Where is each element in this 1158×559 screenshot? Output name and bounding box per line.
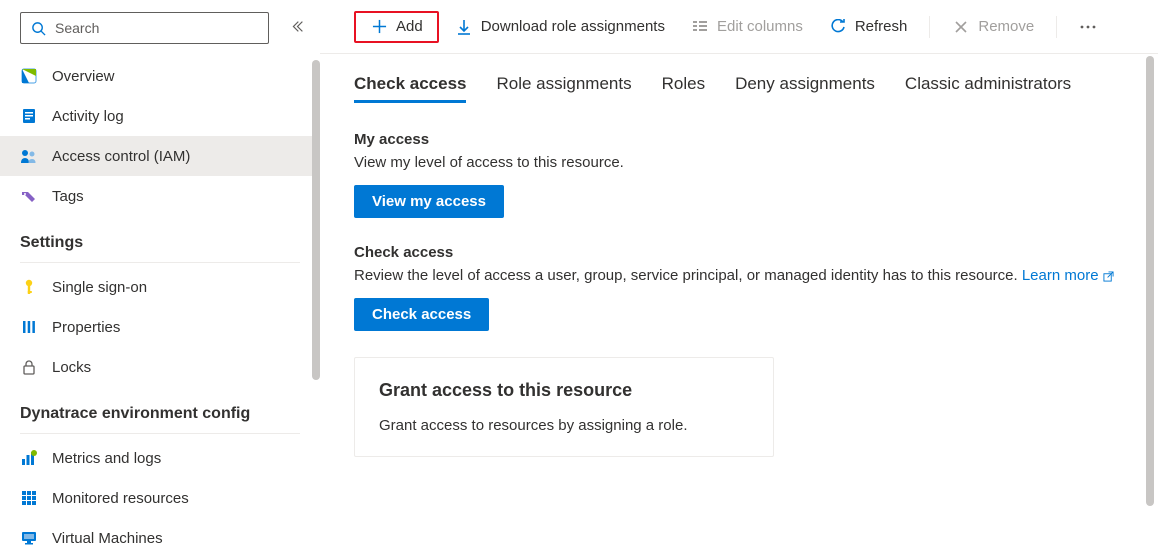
tab-roles[interactable]: Roles xyxy=(662,74,705,103)
refresh-icon xyxy=(829,18,847,36)
sidebar-item-activity-log[interactable]: Activity log xyxy=(0,96,320,136)
search-box[interactable] xyxy=(20,12,269,44)
sidebar-item-label: Access control (IAM) xyxy=(52,148,190,165)
search-input[interactable] xyxy=(55,20,260,36)
sidebar-item-metrics-logs[interactable]: Metrics and logs xyxy=(0,438,320,478)
sidebar-item-label: Virtual Machines xyxy=(52,530,163,547)
toolbar: Add Download role assignments Edit colum… xyxy=(320,0,1158,54)
sidebar-item-access-control[interactable]: Access control (IAM) xyxy=(0,136,320,176)
sidebar-item-properties[interactable]: Properties xyxy=(0,307,320,347)
check-access-desc: Review the level of access a user, group… xyxy=(354,265,1124,286)
sidebar-item-label: Properties xyxy=(52,319,120,336)
grant-access-body: Grant access to resources by assigning a… xyxy=(379,417,749,434)
collapse-sidebar-button[interactable] xyxy=(287,20,308,36)
overview-icon xyxy=(20,67,38,85)
check-access-title: Check access xyxy=(354,244,1124,261)
sidebar-item-label: Overview xyxy=(52,68,115,85)
sidebar-nav: Overview Activity log Access control (IA… xyxy=(0,56,320,216)
remove-button[interactable]: Remove xyxy=(942,13,1044,41)
edit-columns-button[interactable]: Edit columns xyxy=(681,13,813,41)
tab-check-access[interactable]: Check access xyxy=(354,74,466,103)
sidebar-item-label: Monitored resources xyxy=(52,490,189,507)
sidebar-item-sso[interactable]: Single sign-on xyxy=(0,267,320,307)
search-icon xyxy=(29,19,47,37)
grant-access-title: Grant access to this resource xyxy=(379,380,749,401)
more-icon xyxy=(1079,18,1097,36)
check-access-section: Check access Review the level of access … xyxy=(354,244,1124,357)
toolbar-label: Add xyxy=(396,18,423,35)
toolbar-label: Refresh xyxy=(855,18,908,35)
tab-deny-assignments[interactable]: Deny assignments xyxy=(735,74,875,103)
divider xyxy=(20,262,300,263)
sidebar-section-dynatrace: Dynatrace environment config xyxy=(0,387,320,429)
my-access-title: My access xyxy=(354,131,1124,148)
sidebar: Overview Activity log Access control (IA… xyxy=(0,0,320,559)
tags-icon xyxy=(20,187,38,205)
check-access-button[interactable]: Check access xyxy=(354,298,489,331)
sidebar-item-monitored-resources[interactable]: Monitored resources xyxy=(0,478,320,518)
sidebar-item-label: Activity log xyxy=(52,108,124,125)
learn-more-link[interactable]: Learn more xyxy=(1022,267,1114,284)
sidebar-item-virtual-machines[interactable]: Virtual Machines xyxy=(0,518,320,558)
sidebar-item-label: Tags xyxy=(52,188,84,205)
tabs: Check access Role assignments Roles Deny… xyxy=(354,74,1124,103)
sidebar-scrollbar[interactable] xyxy=(312,60,320,500)
toolbar-label: Download role assignments xyxy=(481,18,665,35)
grid-icon xyxy=(20,489,38,507)
sidebar-item-label: Single sign-on xyxy=(52,279,147,296)
remove-icon xyxy=(952,18,970,36)
sidebar-section-settings: Settings xyxy=(0,216,320,258)
vm-icon xyxy=(20,529,38,547)
toolbar-separator xyxy=(1056,16,1057,38)
sidebar-item-label: Locks xyxy=(52,359,91,376)
sidebar-item-label: Metrics and logs xyxy=(52,450,161,467)
external-link-icon xyxy=(1103,271,1114,282)
more-button[interactable] xyxy=(1069,13,1107,41)
my-access-desc: View my level of access to this resource… xyxy=(354,152,1124,173)
view-my-access-button[interactable]: View my access xyxy=(354,185,504,218)
my-access-section: My access View my level of access to thi… xyxy=(354,131,1124,244)
add-button[interactable]: Add xyxy=(354,11,439,43)
toolbar-label: Edit columns xyxy=(717,18,803,35)
download-icon xyxy=(455,18,473,36)
divider xyxy=(20,433,300,434)
tab-role-assignments[interactable]: Role assignments xyxy=(496,74,631,103)
toolbar-label: Remove xyxy=(978,18,1034,35)
lock-icon xyxy=(20,358,38,376)
download-role-assignments-button[interactable]: Download role assignments xyxy=(445,13,675,41)
content-area: Check access Role assignments Roles Deny… xyxy=(320,54,1158,477)
main-panel: Add Download role assignments Edit colum… xyxy=(320,0,1158,559)
grant-access-card: Grant access to this resource Grant acce… xyxy=(354,357,774,457)
access-control-icon xyxy=(20,147,38,165)
sidebar-item-overview[interactable]: Overview xyxy=(0,56,320,96)
tab-classic-administrators[interactable]: Classic administrators xyxy=(905,74,1071,103)
sidebar-item-tags[interactable]: Tags xyxy=(0,176,320,216)
toolbar-separator xyxy=(929,16,930,38)
refresh-button[interactable]: Refresh xyxy=(819,13,918,41)
activity-log-icon xyxy=(20,107,38,125)
sidebar-item-locks[interactable]: Locks xyxy=(0,347,320,387)
columns-icon xyxy=(691,18,709,36)
key-icon xyxy=(20,278,38,296)
plus-icon xyxy=(370,18,388,36)
main-scrollbar[interactable] xyxy=(1146,56,1154,546)
metrics-icon xyxy=(20,449,38,467)
properties-icon xyxy=(20,318,38,336)
